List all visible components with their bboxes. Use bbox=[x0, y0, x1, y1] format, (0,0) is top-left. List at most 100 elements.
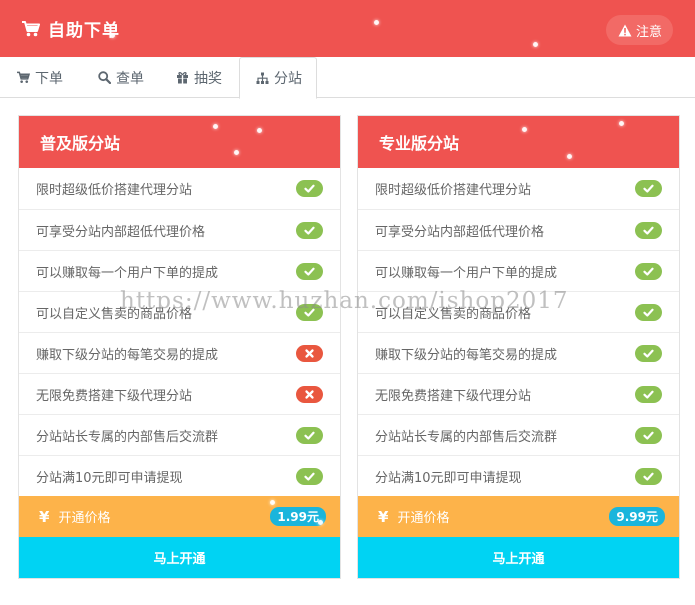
yen-icon: ¥ bbox=[39, 507, 50, 526]
check-icon bbox=[304, 226, 315, 235]
feature-row: 无限免费搭建下级代理分站 bbox=[358, 373, 679, 414]
cross-icon bbox=[305, 389, 314, 399]
included-badge bbox=[296, 221, 323, 239]
snow-dot bbox=[110, 33, 115, 38]
feature-row: 赚取下级分站的每笔交易的提成 bbox=[19, 332, 340, 373]
feature-row: 可以自定义售卖的商品价格 bbox=[19, 291, 340, 332]
feature-row: 分站满10元即可申请提现 bbox=[19, 455, 340, 496]
snow-dot bbox=[234, 150, 239, 155]
notice-button[interactable]: 注意 bbox=[605, 15, 673, 45]
tab-label: 抽奖 bbox=[194, 70, 222, 87]
feature-row: 可以赚取每一个用户下单的提成 bbox=[19, 250, 340, 291]
feature-row: 分站站长专属的内部售后交流群 bbox=[19, 414, 340, 455]
tab-label: 分站 bbox=[274, 71, 302, 87]
plan-title: 普及版分站 bbox=[19, 116, 340, 168]
snow-dot bbox=[318, 520, 323, 525]
included-badge bbox=[296, 426, 323, 444]
feature-text: 限时超级低价搭建代理分站 bbox=[36, 183, 193, 198]
plan-card-pro: 专业版分站 限时超级低价搭建代理分站 可享受分站内部超低代理价格可以赚取每一个用户… bbox=[357, 115, 680, 579]
check-icon bbox=[304, 308, 315, 317]
feature-text: 分站站长专属的内部售后交流群 bbox=[375, 429, 558, 445]
feature-row: 可享受分站内部超低代理价格 bbox=[19, 209, 340, 250]
snow-dot bbox=[619, 121, 624, 126]
snow-dot bbox=[374, 20, 379, 25]
feature-text: 无限免费搭建下级代理分站 bbox=[375, 388, 532, 404]
cart-icon bbox=[17, 71, 30, 83]
excluded-badge bbox=[296, 385, 323, 403]
cross-icon bbox=[305, 348, 314, 358]
snow-dot bbox=[213, 124, 218, 129]
price-bar: ¥ 开通价格 9.99元 bbox=[358, 496, 679, 537]
open-now-button[interactable]: 马上开通 bbox=[19, 537, 340, 578]
feature-row: 分站满10元即可申请提现 bbox=[358, 455, 679, 496]
snow-dot bbox=[270, 500, 275, 505]
plan-title: 专业版分站 bbox=[358, 116, 679, 168]
check-icon bbox=[643, 472, 654, 481]
feature-text: 分站满10元即可申请提现 bbox=[375, 470, 522, 486]
feature-text: 无限免费搭建下级代理分站 bbox=[36, 388, 193, 404]
feature-text: 限时超级低价搭建代理分站 bbox=[375, 183, 532, 198]
included-badge bbox=[635, 221, 662, 239]
check-icon bbox=[304, 184, 315, 193]
feature-text: 可以赚取每一个用户下单的提成 bbox=[36, 265, 219, 281]
warning-icon bbox=[618, 24, 632, 36]
included-badge bbox=[296, 180, 323, 197]
included-badge bbox=[635, 467, 662, 485]
included-badge bbox=[635, 385, 662, 403]
shopping-cart-icon bbox=[22, 20, 40, 36]
snow-dot bbox=[533, 42, 538, 47]
feature-text: 赚取下级分站的每笔交易的提成 bbox=[36, 347, 219, 363]
feature-list: 限时超级低价搭建代理分站 可享受分站内部超低代理价格 可以赚取每一个用户下单的提成可… bbox=[19, 168, 340, 496]
feature-row: 分站站长专属的内部售后交流群 bbox=[358, 414, 679, 455]
snow-dot bbox=[522, 127, 527, 132]
included-badge bbox=[635, 344, 662, 362]
feature-row: 限时超级低价搭建代理分站 bbox=[358, 168, 679, 209]
tab-label: 查单 bbox=[116, 70, 144, 87]
price-bar: ¥ 开通价格 1.99元 bbox=[19, 496, 340, 537]
notice-label: 注意 bbox=[635, 24, 662, 40]
search-icon bbox=[98, 71, 111, 84]
feature-row: 无限免费搭建下级代理分站 bbox=[19, 373, 340, 414]
feature-row: 可以自定义售卖的商品价格 bbox=[358, 291, 679, 332]
feature-text: 可享受分站内部超低代理价格 bbox=[36, 224, 206, 240]
check-icon bbox=[643, 390, 654, 399]
feature-text: 分站站长专属的内部售后交流群 bbox=[36, 429, 219, 445]
included-badge bbox=[635, 262, 662, 280]
feature-row: 可享受分站内部超低代理价格 bbox=[358, 209, 679, 250]
feature-row: 赚取下级分站的每笔交易的提成 bbox=[358, 332, 679, 373]
included-badge bbox=[296, 303, 323, 321]
check-icon bbox=[643, 349, 654, 358]
feature-list: 限时超级低价搭建代理分站 可享受分站内部超低代理价格可以赚取每一个用户下单的提成可… bbox=[358, 168, 679, 496]
open-now-button[interactable]: 马上开通 bbox=[358, 537, 679, 578]
price-label: 开通价格 bbox=[58, 511, 111, 526]
feature-row: 可以赚取每一个用户下单的提成 bbox=[358, 250, 679, 291]
check-icon bbox=[643, 308, 654, 317]
gift-icon bbox=[177, 72, 188, 84]
sitemap-icon bbox=[256, 72, 269, 84]
included-badge bbox=[296, 262, 323, 280]
included-badge bbox=[635, 180, 662, 197]
price-badge: 9.99元 bbox=[609, 507, 665, 526]
excluded-badge bbox=[296, 344, 323, 362]
included-badge bbox=[296, 467, 323, 485]
feature-text: 赚取下级分站的每笔交易的提成 bbox=[375, 347, 558, 363]
included-badge bbox=[635, 303, 662, 321]
check-icon bbox=[304, 267, 315, 276]
check-icon bbox=[643, 431, 654, 440]
tab-label: 下单 bbox=[35, 70, 63, 87]
snow-dot bbox=[567, 154, 572, 159]
feature-text: 可享受分站内部超低代理价格 bbox=[375, 224, 545, 240]
tab-substation[interactable]: 分站 bbox=[239, 57, 317, 99]
snow-dot bbox=[257, 128, 262, 133]
included-badge bbox=[635, 426, 662, 444]
app-header: 自助下单 注意 bbox=[0, 0, 695, 57]
feature-text: 可以自定义售卖的商品价格 bbox=[36, 306, 193, 322]
feature-text: 分站满10元即可申请提现 bbox=[36, 470, 183, 486]
tab-query[interactable]: 查单 bbox=[98, 57, 144, 98]
tab-lottery[interactable]: 抽奖 bbox=[176, 57, 222, 98]
tab-bar: 下单 查单 抽奖 分站 bbox=[0, 57, 695, 99]
check-icon bbox=[643, 226, 654, 235]
tab-order[interactable]: 下单 bbox=[17, 57, 63, 98]
check-icon bbox=[304, 431, 315, 440]
check-icon bbox=[304, 472, 315, 481]
